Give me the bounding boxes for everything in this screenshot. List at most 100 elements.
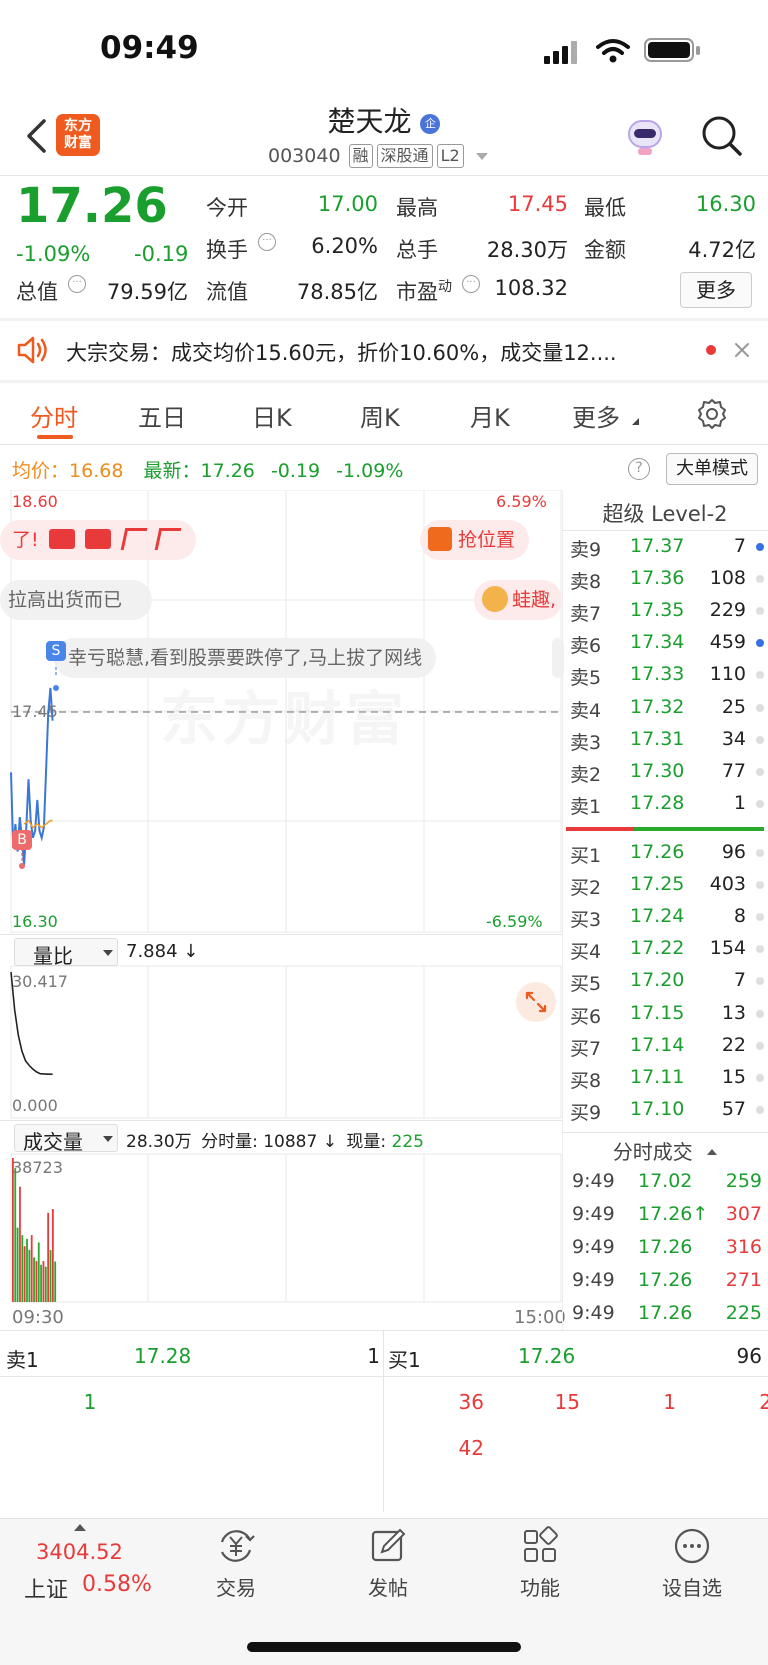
bid-row[interactable]: 买8 17.11 15 (570, 1064, 764, 1094)
queue-ask-volume: 1 (367, 1344, 380, 1368)
tab-intraday[interactable]: 分时 (30, 398, 78, 433)
ask-price: 17.33 (630, 663, 685, 686)
tick-volume: 307 (725, 1203, 762, 1225)
info-icon[interactable]: ··· (258, 233, 276, 251)
bid-row[interactable]: 买9 17.10 57 (570, 1096, 764, 1126)
ask-row[interactable]: 卖4 17.32 25 (570, 694, 764, 724)
bid-level-label: 买8 (570, 1069, 602, 1092)
stock-code-row: 003040 融 深股通 L2 (268, 144, 488, 168)
expand-icon[interactable] (516, 982, 556, 1022)
ask-price: 17.34 (630, 631, 685, 654)
bid-row[interactable]: 买4 17.22 154 (570, 935, 764, 965)
more-button[interactable]: 更多 (680, 272, 752, 308)
index-value[interactable]: 3404.52 (36, 1540, 123, 1564)
turnover-value: 6.20% (311, 234, 378, 258)
close-icon[interactable] (734, 342, 750, 358)
comment-bubble[interactable]: 蛙趣, (474, 580, 562, 620)
volume-bar (30, 1235, 33, 1302)
ask-price: 17.36 (630, 567, 685, 590)
notice-text[interactable]: 大宗交易：成交均价15.60元，折价10.60%，成交量12.... (66, 337, 676, 367)
nav-functions[interactable]: 功能 (500, 1572, 580, 1601)
bid-row[interactable]: 买3 17.24 8 (570, 903, 764, 933)
change-percent: -1.09% (16, 242, 91, 266)
index-percent[interactable]: 0.58% (82, 1572, 152, 1597)
ticks-title[interactable]: 分时成交 (562, 1136, 768, 1165)
high-value: 17.45 (507, 192, 568, 216)
enterprise-badge-icon: 企 (420, 114, 441, 134)
sell-marker[interactable]: S (46, 641, 66, 661)
index-name[interactable]: 上证 (24, 1572, 68, 1604)
ask-row[interactable]: 卖9 17.37 7 (570, 533, 764, 563)
buy-marker[interactable]: B (12, 830, 32, 850)
ask-row[interactable]: 卖2 17.30 77 (570, 758, 764, 788)
buy-point (19, 863, 25, 869)
ask-row[interactable]: 卖3 17.31 34 (570, 726, 764, 756)
y-axis-bottom: 16.30 (12, 912, 58, 931)
tab-monthly-k[interactable]: 月K (470, 398, 510, 433)
bid-row[interactable]: 买5 17.20 7 (570, 967, 764, 997)
ask-row[interactable]: 卖5 17.33 110 (570, 661, 764, 691)
queue-bid-order: 36 (458, 1390, 484, 1414)
ask-row[interactable]: 卖1 17.28 1 (570, 790, 764, 820)
tab-daily-k[interactable]: 日K (252, 398, 292, 433)
bid-row[interactable]: 买7 17.14 22 (570, 1032, 764, 1062)
order-flag-dot (756, 1073, 764, 1082)
open-value: 17.00 (317, 192, 378, 216)
order-flag-dot (756, 671, 764, 680)
tick-time: 9:49 (572, 1203, 615, 1225)
bid-price: 17.11 (630, 1065, 685, 1088)
latest-change: -0.19 (270, 460, 321, 482)
search-icon[interactable] (700, 114, 744, 158)
float-mv-label: 流值 (206, 280, 248, 304)
tick-time: 9:49 (572, 1170, 615, 1192)
ask-row[interactable]: 卖6 17.34 459 (570, 629, 764, 659)
compose-post-icon[interactable] (368, 1526, 408, 1566)
tick-time: 9:49 (572, 1302, 615, 1324)
gear-icon[interactable] (696, 398, 728, 430)
latest-percent: -1.09% (336, 460, 404, 482)
trend-up-icon (48, 529, 75, 549)
dropdown-icon (103, 1136, 113, 1142)
pe-value: 108.32 (494, 276, 568, 300)
comment-bubble[interactable]: 抢位置 (420, 520, 530, 560)
bid-row[interactable]: 买1 17.26 96 (570, 839, 764, 869)
tag-margin: 融 (348, 144, 373, 168)
total-mv-value: 79.59亿 (106, 280, 188, 304)
bid-row[interactable]: 买6 17.15 13 (570, 1000, 764, 1030)
bid-volume: 154 (709, 937, 746, 960)
chevron-down-icon[interactable] (475, 152, 488, 160)
volume-selector[interactable]: 成交量 (14, 1124, 118, 1154)
ratio-selector[interactable]: 量比 (14, 938, 118, 968)
order-flag-dot (756, 945, 764, 954)
tab-more[interactable]: 更多 (572, 398, 620, 433)
comment-bubble[interactable]: 幸亏聪慧,看到股票要跌停了,马上拔了网线 (54, 638, 437, 678)
watchlist-more-icon[interactable] (672, 1526, 712, 1566)
comment-bubble[interactable]: 了! (0, 520, 196, 560)
order-flag-dot (756, 767, 764, 776)
help-icon[interactable]: ? (628, 458, 650, 480)
queue-bid-order: 15 (554, 1390, 580, 1414)
nav-trade[interactable]: 交易 (196, 1572, 276, 1601)
ask-volume: 459 (709, 631, 746, 654)
trade-icon[interactable] (216, 1526, 256, 1566)
bid-level-label: 买5 (570, 973, 602, 996)
robot-assistant-icon[interactable] (624, 116, 666, 156)
big-order-mode-button[interactable]: 大单模式 (666, 453, 758, 485)
volume-bar (47, 1212, 50, 1302)
nav-add-watchlist[interactable]: 设自选 (652, 1572, 732, 1601)
ask-row[interactable]: 卖7 17.35 229 (570, 597, 764, 627)
tab-weekly-k[interactable]: 周K (360, 398, 400, 433)
functions-grid-icon[interactable] (520, 1526, 560, 1566)
bid-row[interactable]: 买2 17.25 403 (570, 871, 764, 901)
nav-post[interactable]: 发帖 (348, 1572, 428, 1601)
comment-bubble[interactable]: 拉高出货而已 (0, 580, 152, 620)
bid-price: 17.24 (630, 905, 685, 928)
amount-label: 金额 (584, 238, 626, 262)
tab-five-day[interactable]: 五日 (138, 398, 186, 433)
tick-price: 17.02 (638, 1170, 693, 1192)
order-flag-dot (756, 849, 764, 857)
home-indicator (247, 1642, 521, 1652)
ask-row[interactable]: 卖8 17.36 108 (570, 565, 764, 595)
stock-name: 楚天龙 (327, 105, 412, 138)
info-icon[interactable]: ··· (68, 275, 86, 293)
